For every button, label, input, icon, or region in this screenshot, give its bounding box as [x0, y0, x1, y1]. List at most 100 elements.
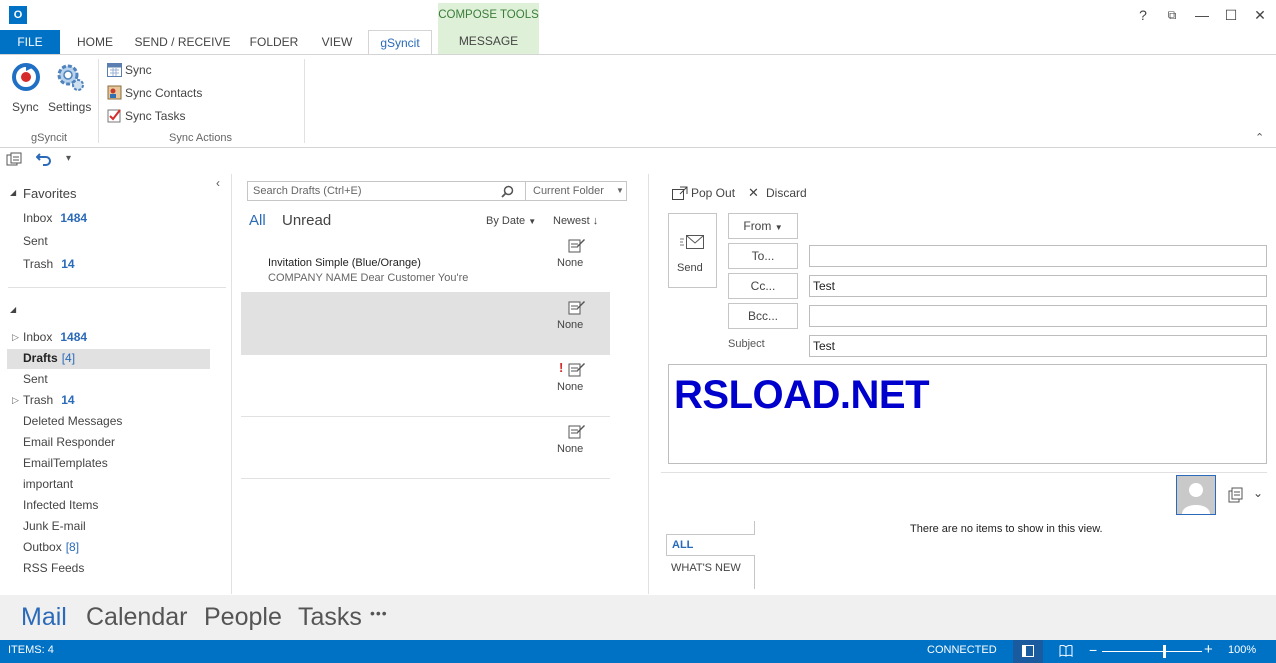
people-pane-options-icon[interactable] [1228, 487, 1244, 503]
account-collapse-icon[interactable]: ◢ [10, 305, 16, 314]
zoom-in-button[interactable]: + [1204, 641, 1213, 658]
nav-calendar[interactable]: Calendar [86, 603, 187, 632]
people-tab-all-label: ALL [672, 539, 694, 551]
nav-tasks[interactable]: Tasks [298, 603, 362, 632]
cc-button[interactable]: Cc... [728, 273, 798, 299]
customize-qat-icon[interactable]: ▾ [66, 153, 71, 164]
folder-email-responder[interactable]: Email Responder [23, 435, 115, 449]
bcc-button[interactable]: Bcc... [728, 303, 798, 329]
chevron-down-icon[interactable]: ▼ [616, 186, 624, 195]
inbox-expand-icon[interactable]: ▷ [12, 332, 19, 343]
message-row-selected[interactable]: None [241, 293, 610, 355]
favorite-inbox[interactable]: Inbox 1484 [23, 211, 87, 225]
chevron-down-icon[interactable]: ⌄ [1253, 486, 1263, 500]
people-tab-all[interactable]: ALL [666, 534, 755, 556]
message-body-text: RSLOAD.NET [674, 373, 930, 417]
zoom-slider-track[interactable] [1102, 651, 1202, 652]
flag-status[interactable]: None [557, 443, 583, 455]
people-tab-whats-new[interactable]: WHAT'S NEW [671, 562, 741, 574]
folder-email-templates[interactable]: EmailTemplates [23, 456, 108, 470]
normal-view-button[interactable] [1013, 640, 1043, 663]
tab-view[interactable]: VIEW [314, 30, 360, 54]
chevron-down-icon: ▼ [774, 223, 783, 232]
collapse-folder-pane-icon[interactable]: ‹ [216, 176, 220, 190]
zoom-out-button[interactable]: − [1089, 642, 1097, 658]
tab-gsyncit[interactable]: gSyncit [368, 30, 432, 55]
to-button[interactable]: To... [728, 243, 798, 269]
avatar[interactable] [1176, 475, 1216, 515]
favorite-trash-label: Trash [23, 257, 54, 271]
search-icon[interactable] [501, 185, 514, 198]
zoom-level[interactable]: 100% [1228, 644, 1256, 656]
tab-folder[interactable]: FOLDER [244, 30, 304, 54]
nav-more-icon[interactable]: ••• [370, 605, 388, 621]
message-row[interactable]: Invitation Simple (Blue/Orange) COMPANY … [241, 231, 610, 293]
flag-status[interactable]: None [557, 381, 583, 393]
from-button[interactable]: From ▼ [728, 213, 798, 239]
sort-by-dropdown[interactable]: By Date ▼ [486, 215, 536, 227]
sync-big-button[interactable]: Sync [8, 59, 44, 115]
favorites-header[interactable]: Favorites [23, 186, 76, 201]
folder-inbox[interactable]: Inbox 1484 [23, 330, 87, 344]
ribbon-display-options-button[interactable]: ⧉ [1162, 5, 1182, 25]
tab-message[interactable]: MESSAGE [438, 34, 539, 48]
connection-status: CONNECTED [927, 644, 997, 656]
sync-contacts-label: Sync Contacts [125, 86, 203, 100]
bcc-field[interactable] [809, 305, 1267, 327]
folder-label: important [23, 477, 74, 491]
folder-pane: ‹ ◢ Favorites Inbox 1484 Sent Trash 14 ◢ ▷… [0, 174, 232, 594]
folder-outbox[interactable]: Outbox [8] [23, 540, 79, 554]
tab-send-receive[interactable]: SEND / RECEIVE [131, 30, 234, 54]
pop-out-label: Pop Out [691, 186, 736, 200]
folder-sent[interactable]: Sent [23, 372, 48, 386]
folder-junk-email[interactable]: Junk E-mail [23, 519, 86, 533]
to-field[interactable] [809, 245, 1267, 267]
zoom-slider-thumb[interactable] [1163, 645, 1166, 658]
gear-icon [54, 61, 86, 93]
draft-edit-icon [568, 361, 586, 377]
folder-drafts[interactable]: Drafts [4] [23, 351, 75, 365]
folder-deleted-messages[interactable]: Deleted Messages [23, 414, 122, 428]
favorite-trash[interactable]: Trash 14 [23, 257, 75, 271]
search-box: Search Drafts (Ctrl+E) Current Folder ▼ [247, 181, 627, 201]
message-row[interactable]: None [241, 417, 610, 479]
maximize-button[interactable]: ☐ [1221, 5, 1241, 25]
favorite-sent[interactable]: Sent [23, 234, 48, 248]
outlook-app-icon[interactable]: O [9, 6, 27, 24]
send-button[interactable]: Send [668, 213, 717, 288]
folder-trash[interactable]: Trash 14 [23, 393, 75, 407]
trash-expand-icon[interactable]: ▷ [12, 395, 19, 406]
nav-people[interactable]: People [204, 603, 282, 632]
divider [8, 287, 226, 288]
search-scope-dropdown[interactable]: Current Folder [533, 185, 604, 197]
quick-access-toolbar: ▾ [0, 148, 1276, 174]
message-row[interactable]: ! None [241, 355, 610, 417]
tab-file[interactable]: FILE [0, 30, 60, 54]
flag-status[interactable]: None [557, 319, 583, 331]
sort-order-toggle[interactable]: Newest ↓ [553, 215, 598, 227]
help-button[interactable]: ? [1133, 5, 1153, 25]
folder-infected-items[interactable]: Infected Items [23, 498, 98, 512]
tab-home[interactable]: HOME [70, 30, 120, 54]
message-body[interactable]: RSLOAD.NET [668, 364, 1267, 464]
filter-unread[interactable]: Unread [282, 212, 331, 229]
settings-button[interactable]: Settings [48, 59, 94, 115]
folder-rss-feeds[interactable]: RSS Feeds [23, 561, 84, 575]
minimize-button[interactable]: — [1192, 5, 1212, 25]
send-receive-all-icon[interactable] [6, 152, 22, 168]
filter-all[interactable]: All [249, 212, 266, 229]
collapse-ribbon-icon[interactable]: ⌃ [1255, 131, 1264, 144]
close-button[interactable]: ✕ [1250, 5, 1270, 25]
search-input[interactable]: Search Drafts (Ctrl+E) [253, 185, 362, 197]
reading-view-icon[interactable] [1059, 645, 1073, 657]
ribbon: Sync Settings gSyncit Sync Sync Contacts… [0, 54, 1276, 148]
cc-field[interactable]: Test [809, 275, 1267, 297]
flag-status[interactable]: None [557, 257, 583, 269]
high-importance-icon: ! [559, 360, 564, 375]
account-name-redacted[interactable] [22, 301, 162, 317]
folder-important[interactable]: important [23, 477, 73, 491]
favorites-collapse-icon[interactable]: ◢ [10, 188, 16, 197]
nav-mail[interactable]: Mail [21, 603, 67, 632]
subject-field[interactable]: Test [809, 335, 1267, 357]
undo-icon[interactable] [36, 151, 52, 167]
